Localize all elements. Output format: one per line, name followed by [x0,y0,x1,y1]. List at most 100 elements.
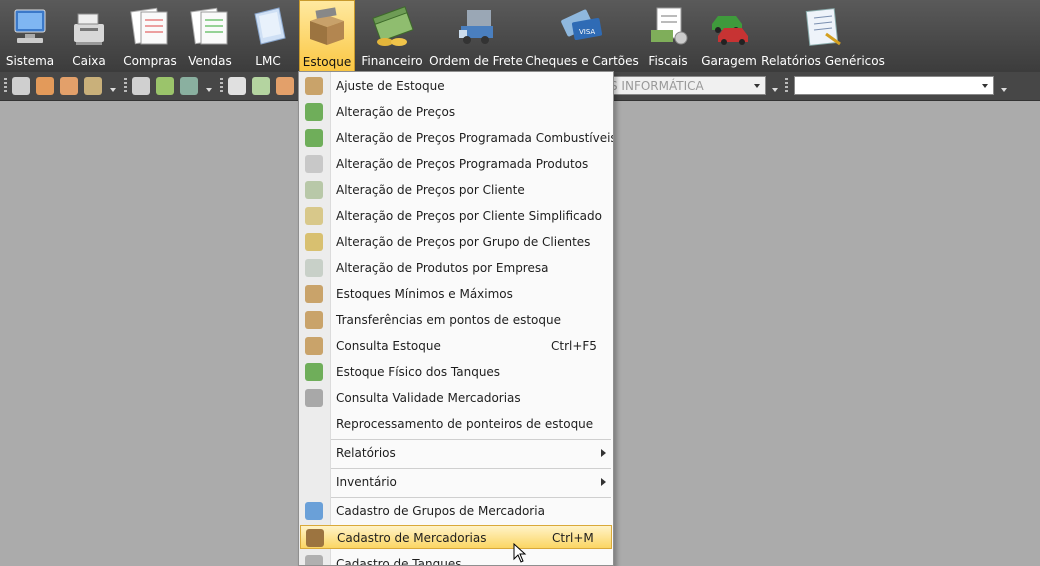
forms-icon[interactable] [228,77,246,95]
toolbar-overflow-icon[interactable] [110,88,116,92]
menu-item-label: Ajuste de Estoque [336,79,445,93]
menu-separator [331,468,611,469]
cash-register-icon [66,4,112,50]
menu-vendas[interactable]: Vendas [186,0,234,72]
menu-item-label: Alteração de Preços Programada Produtos [336,157,589,171]
window-icon[interactable] [12,77,30,95]
stock-query-icon [305,337,323,355]
menu-relatorios-genericos[interactable]: Relatórios Genéricos [761,0,885,72]
menu-fiscais[interactable]: Fiscais [644,0,692,72]
menu-ordem-de-frete-label: Ordem de Frete [429,54,523,68]
menu-item-precos-por-cliente[interactable]: Alteração de Preços por Cliente [300,178,612,202]
chevron-down-icon [982,84,988,88]
menu-separator [331,439,611,440]
sales-icon[interactable] [252,77,270,95]
validity-icon [305,389,323,407]
menu-item-cadastro-grupos[interactable]: Cadastro de Grupos de Mercadoria [300,499,612,523]
menu-item-label: Alteração de Preços Programada Combustív… [336,131,614,145]
chevron-right-icon [601,449,606,457]
calculator-icon[interactable] [180,77,198,95]
computer-icon [7,4,53,50]
menu-item-inventario[interactable]: Inventário [300,470,612,494]
chevron-down-icon [754,84,760,88]
menu-estoque[interactable]: Estoque [299,0,355,72]
menu-item-label: Transferências em pontos de estoque [336,313,561,327]
cards-icon: VISA [559,4,605,50]
menu-item-precos-cliente-simplificado[interactable]: Alteração de Preços por Cliente Simplifi… [300,204,612,228]
menu-item-shortcut: Ctrl+M [552,531,594,545]
menu-financeiro[interactable]: Financeiro [361,0,423,72]
users-icon[interactable] [60,77,78,95]
printer-icon[interactable] [132,77,150,95]
menu-cheques-e-cartoes-label: Cheques e Cartões [525,54,639,68]
menu-item-reprocessamento[interactable]: Reprocessamento de ponteiros de estoque [300,412,612,436]
menu-lmc[interactable]: LMC [246,0,290,72]
products-company-icon [305,259,323,277]
menu-item-precos-combustiveis[interactable]: Alteração de Preços Programada Combustív… [300,126,614,150]
mouse-cursor-icon [513,543,527,563]
menu-item-estoque-fisico-tanques[interactable]: Estoque Físico dos Tanques [300,360,612,384]
money-transfer-icon[interactable] [156,77,174,95]
menu-garagem-label: Garagem [701,54,757,68]
toolbar-grip[interactable] [220,78,223,94]
menu-compras[interactable]: Compras [122,0,178,72]
client-icon[interactable] [276,77,294,95]
transfer-icon [305,311,323,329]
company-select[interactable]: S INFORMÁTICA [606,76,766,95]
menu-item-label: Cadastro de Mercadorias [337,531,487,545]
menu-ordem-de-frete[interactable]: Ordem de Frete [429,0,523,72]
menu-sistema-label: Sistema [5,54,55,68]
tools-icon[interactable] [84,77,102,95]
reports-icon [800,4,846,50]
menu-item-label: Consulta Estoque [336,339,441,353]
menu-item-label: Alteração de Produtos por Empresa [336,261,549,275]
menu-item-label: Alteração de Preços [336,105,456,119]
toolbar-overflow-icon[interactable] [1001,88,1007,92]
menu-fiscais-label: Fiscais [648,54,688,68]
secondary-select[interactable] [794,76,994,95]
toolbar-overflow-icon[interactable] [772,88,778,92]
menu-item-transferencias[interactable]: Transferências em pontos de estoque [300,308,612,332]
toolbar-grip[interactable] [4,78,7,94]
menu-item-produtos-por-empresa[interactable]: Alteração de Produtos por Empresa [300,256,612,280]
cars-icon [706,4,752,50]
menu-item-alteracao-de-precos[interactable]: Alteração de Preços [300,100,612,124]
menu-item-precos-grupo-clientes[interactable]: Alteração de Preços por Grupo de Cliente… [300,230,612,254]
menu-item-label: Inventário [336,475,397,489]
toolbar-overflow-icon[interactable] [206,88,212,92]
menu-item-label: Alteração de Preços por Cliente [336,183,525,197]
menu-compras-label: Compras [123,54,177,68]
main-menu-bar: Sistema Caixa Compras Vendas LMC Estoque [0,0,1040,73]
chevron-right-icon [601,478,606,486]
merchandise-box-icon [306,529,324,547]
menu-item-consulta-estoque[interactable]: Consulta Estoque Ctrl+F5 [300,334,612,358]
menu-garagem[interactable]: Garagem [701,0,757,72]
price-client-simple-icon [305,207,323,225]
menu-estoque-label: Estoque [302,55,352,69]
menu-item-label: Relatórios [336,446,396,460]
price-client-icon [305,181,323,199]
stock-box-icon [304,5,350,51]
user-icon[interactable] [36,77,54,95]
menu-item-consulta-validade[interactable]: Consulta Validade Mercadorias [300,386,612,410]
price-products-icon [305,155,323,173]
menu-cheques-e-cartoes[interactable]: VISA Cheques e Cartões [525,0,639,72]
menu-item-ajuste-de-estoque[interactable]: Ajuste de Estoque [300,74,612,98]
menu-item-cadastro-mercadorias[interactable]: Cadastro de Mercadorias Ctrl+M [300,525,612,549]
menu-caixa[interactable]: Caixa [66,0,112,72]
menu-item-relatorios[interactable]: Relatórios [300,441,612,465]
purchase-forms-icon [127,4,173,50]
menu-item-estoques-minimos-maximos[interactable]: Estoques Mínimos e Máximos [300,282,612,306]
menu-item-cadastro-tanques[interactable]: Cadastro de Tanques [300,552,612,565]
toolbar-grip[interactable] [124,78,127,94]
toolbar-grip[interactable] [785,78,788,94]
menu-separator [331,497,611,498]
menu-sistema[interactable]: Sistema [4,0,56,72]
menu-item-label: Alteração de Preços por Grupo de Cliente… [336,235,591,249]
sales-forms-icon [187,4,233,50]
groups-icon [305,502,323,520]
menu-item-label: Reprocessamento de ponteiros de estoque [336,417,594,431]
menu-item-precos-produtos[interactable]: Alteração de Preços Programada Produtos [300,152,612,176]
price-fuel-icon [305,129,323,147]
price-group-icon [305,233,323,251]
